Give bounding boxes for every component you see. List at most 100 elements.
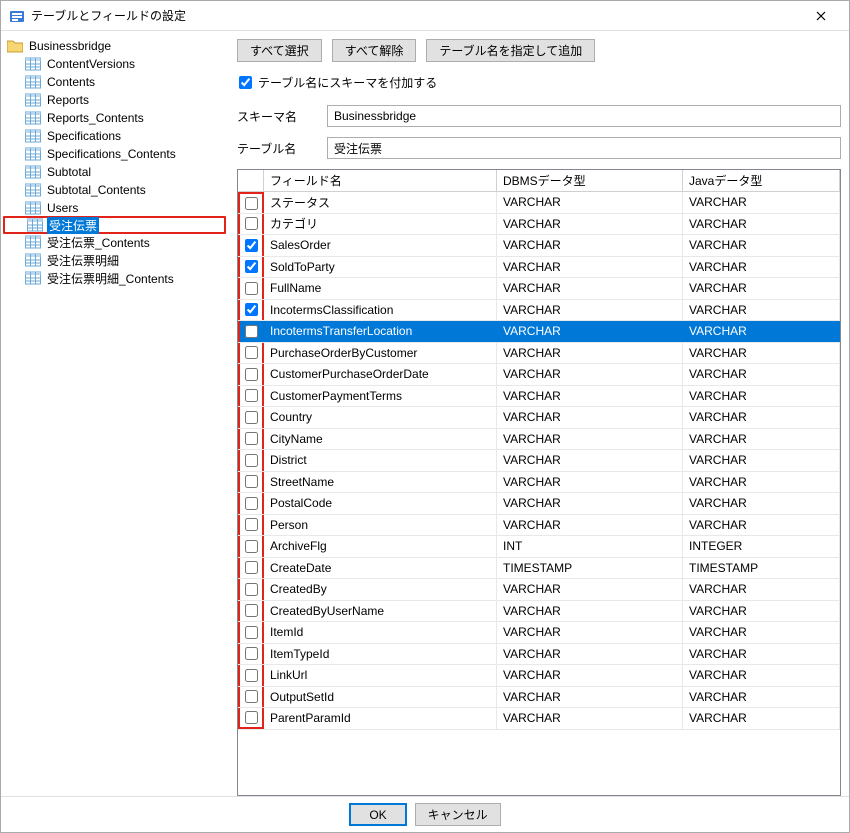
table-row[interactable]: CreateDateTIMESTAMPTIMESTAMP [238, 558, 840, 580]
table-row[interactable]: DistrictVARCHARVARCHAR [238, 450, 840, 472]
table-row[interactable]: SoldToPartyVARCHARVARCHAR [238, 257, 840, 279]
table-row[interactable]: PersonVARCHARVARCHAR [238, 515, 840, 537]
ok-button[interactable]: OK [349, 803, 406, 826]
field-checkbox[interactable] [245, 260, 258, 273]
field-checkbox[interactable] [245, 389, 258, 402]
tree-item[interactable]: 受注伝票明細 [3, 251, 226, 269]
field-java-cell: VARCHAR [683, 493, 840, 514]
header-dbms[interactable]: DBMSデータ型 [497, 170, 683, 191]
field-name-cell: IncotermsClassification [264, 300, 497, 321]
tree-item[interactable]: ContentVersions [3, 55, 226, 73]
deselect-all-button[interactable]: すべて解除 [332, 39, 417, 62]
cancel-button[interactable]: キャンセル [415, 803, 501, 826]
table-row[interactable]: SalesOrderVARCHARVARCHAR [238, 235, 840, 257]
field-checkbox[interactable] [245, 239, 258, 252]
table-row[interactable]: IncotermsClassificationVARCHARVARCHAR [238, 300, 840, 322]
tree-item[interactable]: Subtotal [3, 163, 226, 181]
header-field[interactable]: フィールド名 [264, 170, 497, 191]
field-checkbox[interactable] [245, 432, 258, 445]
tree-item[interactable]: Reports_Contents [3, 109, 226, 127]
field-checkbox[interactable] [245, 325, 258, 338]
table-icon [25, 147, 41, 161]
field-dbms-cell: VARCHAR [497, 665, 683, 686]
field-checkbox[interactable] [245, 647, 258, 660]
field-checkbox[interactable] [245, 497, 258, 510]
table-row[interactable]: ItemTypeIdVARCHARVARCHAR [238, 644, 840, 666]
header-java[interactable]: Javaデータ型 [683, 170, 840, 191]
field-java-cell: VARCHAR [683, 407, 840, 428]
field-name-cell: ItemTypeId [264, 644, 497, 665]
field-dbms-cell: VARCHAR [497, 257, 683, 278]
field-java-cell: VARCHAR [683, 364, 840, 385]
field-checkbox[interactable] [245, 217, 258, 230]
tree-item[interactable]: 受注伝票明細_Contents [3, 269, 226, 287]
tree-item[interactable]: 受注伝票_Contents [3, 233, 226, 251]
field-checkbox[interactable] [245, 346, 258, 359]
tree-item[interactable]: Specifications_Contents [3, 145, 226, 163]
tree-root[interactable]: Businessbridge [3, 37, 226, 55]
tree-item[interactable]: Reports [3, 91, 226, 109]
grid-body[interactable]: ステータスVARCHARVARCHARカテゴリVARCHARVARCHARSal… [238, 192, 840, 795]
table-row[interactable]: PurchaseOrderByCustomerVARCHARVARCHAR [238, 343, 840, 365]
field-checkbox[interactable] [245, 197, 258, 210]
table-row[interactable]: ItemIdVARCHARVARCHAR [238, 622, 840, 644]
field-checkbox[interactable] [245, 669, 258, 682]
field-checkbox[interactable] [245, 711, 258, 724]
field-dbms-cell: VARCHAR [497, 343, 683, 364]
field-checkbox[interactable] [245, 475, 258, 488]
tree-item[interactable]: Specifications [3, 127, 226, 145]
field-checkbox[interactable] [245, 690, 258, 703]
schema-input[interactable] [327, 105, 841, 127]
add-by-name-button[interactable]: テーブル名を指定して追加 [426, 39, 595, 62]
tree-item[interactable]: 受注伝票 [3, 216, 226, 234]
tree-root-label: Businessbridge [27, 39, 113, 53]
field-checkbox[interactable] [245, 583, 258, 596]
table-row[interactable]: CustomerPurchaseOrderDateVARCHARVARCHAR [238, 364, 840, 386]
table-row[interactable]: LinkUrlVARCHARVARCHAR [238, 665, 840, 687]
table-row[interactable]: CityNameVARCHARVARCHAR [238, 429, 840, 451]
table-row[interactable]: CustomerPaymentTermsVARCHARVARCHAR [238, 386, 840, 408]
field-checkbox[interactable] [245, 561, 258, 574]
field-java-cell: VARCHAR [683, 429, 840, 450]
tree-item[interactable]: Subtotal_Contents [3, 181, 226, 199]
field-name-cell: PostalCode [264, 493, 497, 514]
field-dbms-cell: VARCHAR [497, 493, 683, 514]
close-button[interactable] [801, 2, 841, 30]
field-grid: フィールド名 DBMSデータ型 Javaデータ型 ステータスVARCHARVAR… [237, 169, 841, 796]
field-checkbox[interactable] [245, 454, 258, 467]
table-row[interactable]: CountryVARCHARVARCHAR [238, 407, 840, 429]
table-row[interactable]: ParentParamIdVARCHARVARCHAR [238, 708, 840, 730]
table-row[interactable]: カテゴリVARCHARVARCHAR [238, 214, 840, 236]
field-checkbox[interactable] [245, 518, 258, 531]
field-checkbox[interactable] [245, 303, 258, 316]
field-checkbox[interactable] [245, 282, 258, 295]
table-row[interactable]: ステータスVARCHARVARCHAR [238, 192, 840, 214]
field-checkbox[interactable] [245, 626, 258, 639]
tree-panel: Businessbridge ContentVersionsContentsRe… [1, 31, 229, 796]
tree-item[interactable]: Users [3, 199, 226, 217]
tree-item[interactable]: Contents [3, 73, 226, 91]
table-row[interactable]: StreetNameVARCHARVARCHAR [238, 472, 840, 494]
table-row[interactable]: FullNameVARCHARVARCHAR [238, 278, 840, 300]
append-schema-label[interactable]: テーブル名にスキーマを付加する [258, 74, 437, 91]
field-java-cell: VARCHAR [683, 257, 840, 278]
field-java-cell: VARCHAR [683, 386, 840, 407]
table-row[interactable]: IncotermsTransferLocationVARCHARVARCHAR [238, 321, 840, 343]
field-dbms-cell: VARCHAR [497, 192, 683, 213]
field-checkbox[interactable] [245, 368, 258, 381]
select-all-button[interactable]: すべて選択 [237, 39, 322, 62]
field-dbms-cell: VARCHAR [497, 300, 683, 321]
field-java-cell: VARCHAR [683, 472, 840, 493]
table-row[interactable]: OutputSetIdVARCHARVARCHAR [238, 687, 840, 709]
field-checkbox[interactable] [245, 604, 258, 617]
field-name-cell: カテゴリ [264, 214, 497, 235]
field-checkbox[interactable] [245, 411, 258, 424]
table-input[interactable] [327, 137, 841, 159]
table-row[interactable]: CreatedByUserNameVARCHARVARCHAR [238, 601, 840, 623]
field-checkbox[interactable] [245, 540, 258, 553]
table-row[interactable]: CreatedByVARCHARVARCHAR [238, 579, 840, 601]
table-row[interactable]: PostalCodeVARCHARVARCHAR [238, 493, 840, 515]
tree-item-label: Specifications_Contents [45, 147, 178, 161]
table-row[interactable]: ArchiveFlgINTINTEGER [238, 536, 840, 558]
append-schema-checkbox[interactable] [239, 76, 252, 89]
